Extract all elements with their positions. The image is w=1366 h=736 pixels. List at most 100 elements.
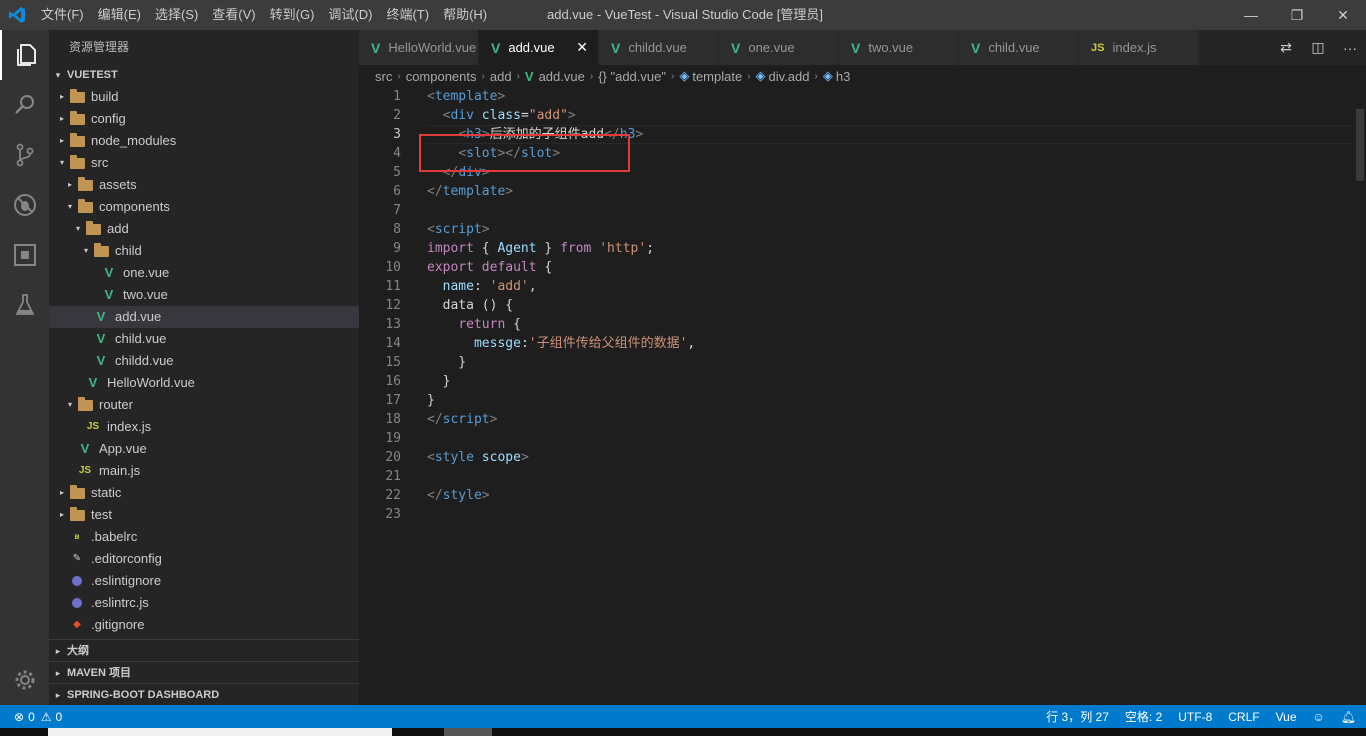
code-line[interactable]: 2 <div class="add"> [359,106,1366,125]
code-line[interactable]: 17} [359,391,1366,410]
tree-item[interactable]: V HelloWorld.vue [49,372,359,394]
tree-item[interactable]: ʙ .babelrc [49,526,359,548]
notification-bell-icon[interactable]: 🔔︎ [1341,710,1356,724]
editor-tab[interactable]: Vchildd.vue [599,30,719,65]
tree-item[interactable]: JS main.js [49,460,359,482]
tree-item[interactable]: Vone.vue [49,262,359,284]
menu-item[interactable]: 转到(G) [263,0,322,30]
error-count[interactable]: 0 [28,710,35,724]
feedback-smiley-icon[interactable]: ☺ [1313,710,1325,724]
code-line[interactable]: 12 data () { [359,296,1366,315]
code-line[interactable]: 1 <template> [359,87,1366,106]
warning-count[interactable]: 0 [56,710,63,724]
language-mode[interactable]: Vue [1276,710,1297,724]
code-editor[interactable]: 1 <template> 2 <div class="add"> 3 <h3>后添加的… [359,87,1366,705]
sidebar-section[interactable]: ▸ MAVEN 项目 [49,661,359,683]
breadcrumb-item[interactable]: div.add [769,69,810,84]
editor-tab[interactable]: Vone.vue [719,30,839,65]
code-line[interactable]: 21 [359,467,1366,486]
tree-item[interactable]: ▸ static [49,482,359,504]
minimize-icon[interactable]: — [1228,0,1274,30]
explorer-icon[interactable] [0,30,49,80]
menu-item[interactable]: 终端(T) [379,0,436,30]
line-ending[interactable]: CRLF [1228,710,1259,724]
line-number: 8 [393,222,401,237]
tree-item[interactable]: ▾ child [49,240,359,262]
editor-tab[interactable]: JS index.js [1079,30,1199,65]
editor-tab[interactable]: Vtwo.vue [839,30,959,65]
error-icon[interactable]: ⊗ [14,710,24,724]
menu-item[interactable]: 查看(V) [205,0,262,30]
settings-gear-icon[interactable] [0,655,49,705]
extensions-icon[interactable] [0,230,49,280]
breadcrumb-item[interactable]: src [375,69,392,84]
encoding[interactable]: UTF-8 [1178,710,1212,724]
search-icon[interactable] [0,80,49,130]
tree-item[interactable]: Vchild.vue [49,328,359,350]
code-line[interactable]: 6 </template> [359,182,1366,201]
menu-item[interactable]: 帮助(H) [436,0,494,30]
indentation[interactable]: 空格: 2 [1125,708,1162,725]
tree-item[interactable]: ▸ assets [49,174,359,196]
tree-item[interactable]: ◆ .gitignore [49,614,359,636]
tree-item[interactable]: ▾ src [49,152,359,174]
code-line[interactable]: 16 } [359,372,1366,391]
code-line[interactable]: 19 [359,429,1366,448]
sidebar-section[interactable]: ▸ 大纲 [49,639,359,661]
breadcrumb-item[interactable]: template [692,69,742,84]
tree-item[interactable]: ▾ add [49,218,359,240]
compare-icon[interactable]: ⇄ [1270,39,1302,56]
code-line[interactable]: 20 <style scope> [359,448,1366,467]
code-line[interactable]: 13 return { [359,315,1366,334]
code-line[interactable]: 11 name: 'add', [359,277,1366,296]
tree-item[interactable]: ▾ router [49,394,359,416]
close-tab-icon[interactable]: ✕ [576,39,588,56]
tree-item[interactable]: ▸ test [49,504,359,526]
breadcrumb-item[interactable]: add [490,69,512,84]
tree-item[interactable]: ▸ build [49,86,359,108]
test-flask-icon[interactable] [0,280,49,330]
source-control-icon[interactable] [0,130,49,180]
code-line[interactable]: 9 import { Agent } from 'http'; [359,239,1366,258]
code-line[interactable]: 10 export default { [359,258,1366,277]
tree-item[interactable]: ▸ node_modules [49,130,359,152]
code-line[interactable]: 18 </script> [359,410,1366,429]
restore-icon[interactable]: ❐ [1274,0,1320,30]
code-line[interactable]: 22 </style> [359,486,1366,505]
tree-item[interactable]: Vtwo.vue [49,284,359,306]
tree-item[interactable]: V App.vue [49,438,359,460]
breadcrumb-item[interactable]: h3 [836,69,850,84]
breadcrumb-item[interactable]: add.vue [539,69,585,84]
menu-item[interactable]: 编辑(E) [91,0,148,30]
tree-item[interactable]: .eslintignore [49,570,359,592]
editor-tab[interactable]: Vadd.vue ✕ [479,30,599,65]
tree-item[interactable]: ▾ components [49,196,359,218]
tree-item[interactable]: ▸ config [49,108,359,130]
debug-icon[interactable] [0,180,49,230]
cursor-position[interactable]: 行 3，列 27 [1046,708,1109,725]
sidebar-section[interactable]: ▸ SPRING-BOOT DASHBOARD [49,683,359,705]
split-editor-icon[interactable]: ◫ [1302,39,1334,56]
breadcrumb-item[interactable]: {} "add.vue" [598,69,666,84]
editor-tab[interactable]: Vchild.vue [959,30,1079,65]
menu-item[interactable]: 选择(S) [148,0,205,30]
code-line[interactable]: 14 messge:'子组件传给父组件的数据', [359,334,1366,353]
code-line[interactable]: 7 [359,201,1366,220]
code-line[interactable]: 23 [359,505,1366,524]
menu-item[interactable]: 调试(D) [321,0,379,30]
tree-item[interactable]: .eslintrc.js [49,592,359,614]
more-actions-icon[interactable]: ··· [1334,40,1366,56]
code-line[interactable]: 8 <script> [359,220,1366,239]
tree-item[interactable]: Vadd.vue [49,306,359,328]
tree-item[interactable]: JS index.js [49,416,359,438]
tree-item[interactable]: Vchildd.vue [49,350,359,372]
editor-scrollbar[interactable] [1352,87,1366,705]
menu-item[interactable]: 文件(F) [34,0,91,30]
warning-icon[interactable]: ⚠ [41,710,52,724]
breadcrumb-item[interactable]: components [406,69,477,84]
close-window-icon[interactable]: ✕ [1320,0,1366,30]
editor-tab[interactable]: V HelloWorld.vue [359,30,479,65]
code-line[interactable]: 15 } [359,353,1366,372]
workspace-root[interactable]: ▾ VUETEST [49,64,359,86]
tree-item[interactable]: ✎ .editorconfig [49,548,359,570]
